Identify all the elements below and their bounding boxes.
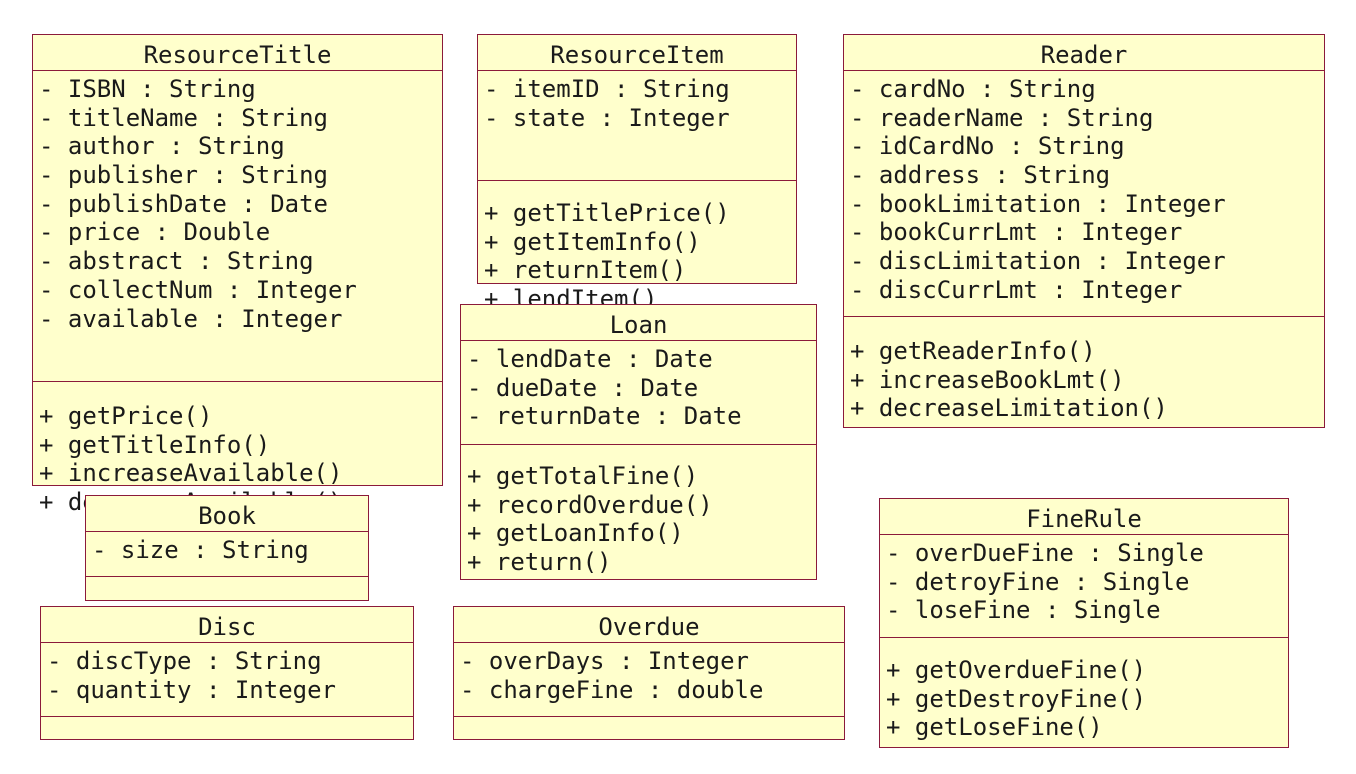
attribute: - detroyFine : Single [886, 567, 1190, 596]
attribute: - discCurrLmt : Integer [850, 275, 1183, 304]
class-resourcetitle: ResourceTitle - ISBN : String - titleNam… [32, 34, 443, 516]
attribute: - publishDate : Date [39, 189, 328, 218]
attribute: - discType : String [47, 647, 322, 675]
attribute: - titleName : String [39, 103, 328, 132]
attribute-list: - overDueFine : Single - detroyFine : Si… [880, 535, 1288, 638]
attribute: - readerName : String [850, 103, 1154, 132]
attribute: - overDueFine : Single [886, 539, 1204, 567]
class-name: Book [86, 496, 368, 532]
class-resourceitem: ResourceItem - itemID : String - state :… [477, 34, 797, 313]
attribute: - discLimitation : Integer [850, 247, 1226, 276]
operation: + getPrice() [39, 402, 213, 430]
operation: + getDestroyFine() [886, 684, 1147, 713]
operation: + increaseBookLmt() [850, 365, 1125, 394]
class-name: Loan [461, 305, 816, 341]
operation: + getOverdueFine() [886, 656, 1147, 684]
attribute: - abstract : String [39, 247, 314, 276]
class-book: Book - size : String [85, 495, 369, 601]
attribute: - loseFine : Single [886, 596, 1161, 625]
attribute: - address : String [850, 161, 1111, 190]
class-name: Reader [844, 35, 1324, 71]
attribute: - available : Integer [39, 304, 343, 333]
operation: + getTitlePrice() [484, 199, 730, 227]
attribute-list: - lendDate : Date - dueDate : Date - ret… [461, 341, 816, 445]
operation: + getLoanInfo() [467, 519, 684, 548]
attribute-list: - overDays : Integer - chargeFine : doub… [454, 643, 844, 717]
class-finerule: FineRule - overDueFine : Single - detroy… [879, 498, 1289, 748]
class-overdue: Overdue - overDays : Integer - chargeFin… [453, 606, 845, 740]
class-loan: Loan - lendDate : Date - dueDate : Date … [460, 304, 817, 580]
operation: + decreaseLimitation() [850, 394, 1168, 423]
class-name: ResourceItem [478, 35, 796, 71]
operation: + return() [467, 548, 612, 577]
attribute: - size : String [92, 536, 309, 564]
attribute: - price : Double [39, 218, 271, 247]
attribute-list: - cardNo : String - readerName : String … [844, 71, 1324, 317]
attribute: - bookLimitation : Integer [850, 189, 1226, 218]
operation: + returnItem() [484, 256, 687, 285]
operation-list: + getReaderInfo() + increaseBookLmt() + … [844, 317, 1324, 423]
operation: + increaseAvailable() [39, 459, 343, 488]
operation-list: + getTotalFine() + recordOverdue() + get… [461, 445, 816, 577]
operation-list: + getTitlePrice() + getItemInfo() + retu… [478, 181, 796, 314]
operation: + getItemInfo() [484, 227, 701, 256]
class-name: Disc [41, 607, 413, 643]
attribute: - dueDate : Date [467, 373, 699, 402]
operation: + getTotalFine() [467, 462, 699, 490]
operation: + getLoseFine() [886, 713, 1103, 742]
class-name: FineRule [880, 499, 1288, 535]
attribute: - cardNo : String [850, 75, 1096, 103]
attribute: - publisher : String [39, 161, 328, 190]
class-name: Overdue [454, 607, 844, 643]
class-name: ResourceTitle [33, 35, 442, 71]
attribute: - chargeFine : double [460, 675, 764, 704]
class-disc: Disc - discType : String - quantity : In… [40, 606, 414, 740]
operation: + recordOverdue() [467, 490, 713, 519]
attribute: - quantity : Integer [47, 675, 336, 704]
attribute: - overDays : Integer [460, 647, 749, 675]
attribute: - lendDate : Date [467, 345, 713, 373]
operation: + getTitleInfo() [39, 430, 271, 459]
attribute: - itemID : String [484, 75, 730, 103]
attribute: - idCardNo : String [850, 132, 1125, 161]
attribute: - author : String [39, 132, 285, 161]
attribute: - bookCurrLmt : Integer [850, 218, 1183, 247]
attribute-list: - size : String [86, 532, 368, 577]
class-reader: Reader - cardNo : String - readerName : … [843, 34, 1325, 428]
attribute: - state : Integer [484, 103, 730, 132]
operation-list [454, 717, 844, 721]
attribute: - ISBN : String [39, 75, 256, 103]
operation-list [86, 577, 368, 581]
attribute-list: - discType : String - quantity : Integer [41, 643, 413, 717]
operation: + getReaderInfo() [850, 337, 1096, 365]
operation-list [41, 717, 413, 721]
attribute: - returnDate : Date [467, 402, 742, 431]
attribute-list: - ISBN : String - titleName : String - a… [33, 71, 442, 382]
attribute-list: - itemID : String - state : Integer [478, 71, 796, 181]
attribute: - collectNum : Integer [39, 275, 357, 304]
operation-list: + getOverdueFine() + getDestroyFine() + … [880, 638, 1288, 742]
